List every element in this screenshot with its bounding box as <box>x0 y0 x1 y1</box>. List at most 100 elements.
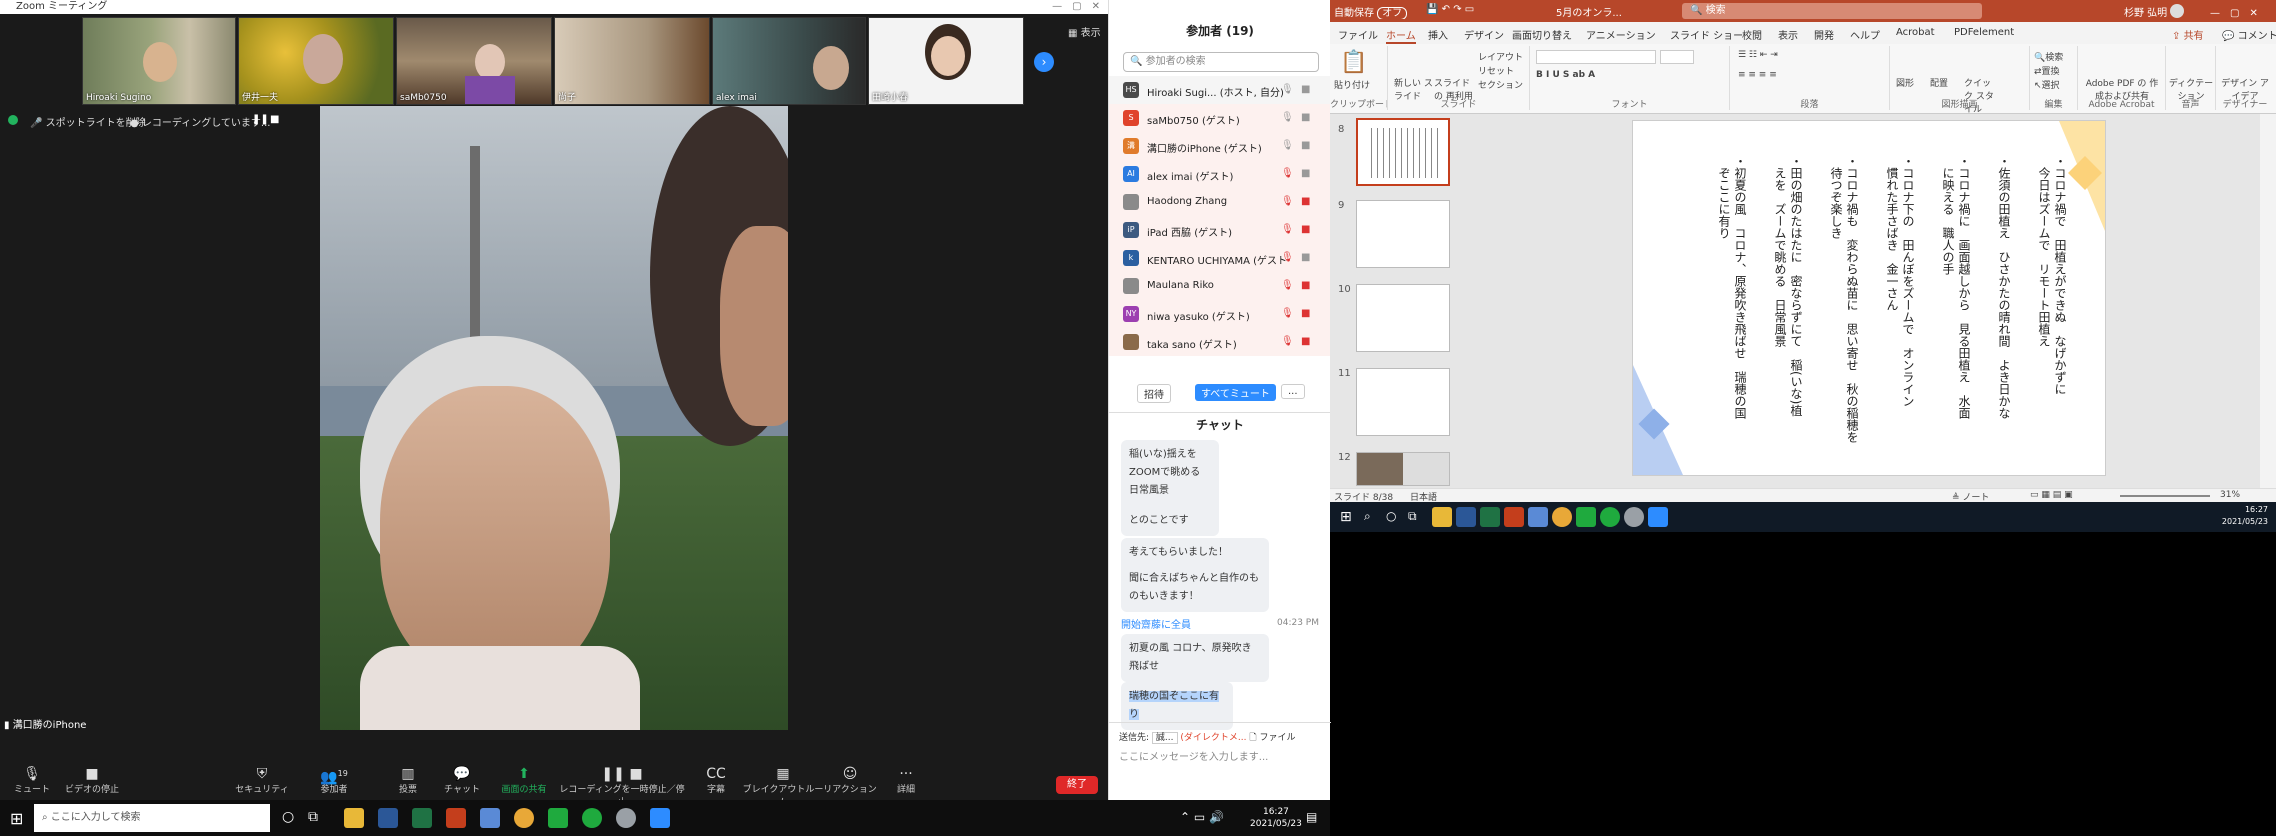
more-button[interactable]: ··· 詳細 <box>876 766 936 795</box>
font-size-select[interactable] <box>1660 50 1694 64</box>
microphone-icon[interactable]: 🎙 <box>1281 112 1294 123</box>
spotlight-remove-button[interactable]: 🎤 スポットライトを削除 <box>30 114 146 129</box>
arrange-button[interactable]: 配置 <box>1930 76 1948 89</box>
notification-icon[interactable]: ▤ <box>1306 810 1317 824</box>
invite-button[interactable]: 招待 <box>1137 384 1171 403</box>
microphone-muted-icon[interactable]: 🎙 <box>1281 196 1294 207</box>
video-off-icon[interactable]: ■ <box>1301 196 1310 207</box>
view-button[interactable]: ▦ 表示 <box>1068 24 1101 39</box>
participant-row[interactable]: 溝溝口勝のiPhone (ゲスト) 🎙 ■ <box>1109 132 1331 160</box>
adobe-pdf-button[interactable]: Adobe PDF の 作成および共有 <box>2082 76 2162 102</box>
tab-acrobat[interactable]: Acrobat <box>1896 27 1935 38</box>
participant-row[interactable]: iP iPad 西脇 (ゲスト) 🎙 ■ <box>1109 216 1331 244</box>
gallery-next-button[interactable]: › <box>1034 52 1054 72</box>
replace-button[interactable]: ⇄置換 <box>2034 64 2060 77</box>
reset-button[interactable]: リセット <box>1478 64 1514 77</box>
microphone-muted-icon[interactable]: 🎙 <box>1281 168 1294 179</box>
zoom-slider[interactable] <box>2120 495 2210 497</box>
tab-pdfelement[interactable]: PDFelement <box>1954 27 2014 38</box>
window-controls[interactable]: — ▢ ✕ <box>2210 4 2258 19</box>
app-icon[interactable] <box>1528 507 1548 527</box>
slide-thumbnail[interactable] <box>1356 368 1450 436</box>
system-tray-icons[interactable]: ⌃ ▭ 🔊 <box>1180 810 1224 824</box>
video-tile[interactable]: Hiroaki Sugino <box>82 17 236 105</box>
chat-input[interactable]: ここにメッセージを入力します... <box>1119 748 1319 763</box>
task-view-icon[interactable]: ⧉ <box>1408 509 1417 524</box>
tab-design[interactable]: デザイン <box>1464 27 1504 42</box>
tab-transitions[interactable]: 画面切り替え <box>1512 27 1572 42</box>
security-button[interactable]: ⛨ セキュリティ <box>232 766 292 795</box>
send-to-select[interactable]: 誠... <box>1151 732 1178 744</box>
slide-thumbnail[interactable] <box>1356 452 1450 486</box>
comments-button[interactable]: 💬 コメント <box>2222 27 2276 42</box>
video-camera-icon[interactable]: ■ <box>1301 112 1310 123</box>
video-off-icon[interactable]: ■ <box>1301 308 1310 319</box>
participants-search-input[interactable]: 🔍 参加者の検索 <box>1123 52 1319 72</box>
share-screen-button[interactable]: ⬆ 画面の共有 <box>494 766 554 795</box>
microphone-icon[interactable]: 🎙 <box>1281 140 1294 151</box>
line-icon[interactable] <box>548 808 568 828</box>
participants-more-button[interactable]: ... <box>1281 384 1305 399</box>
align-buttons[interactable]: ≡ ≡ ≡ ≡ <box>1738 70 1777 80</box>
powerpoint-icon[interactable] <box>1504 507 1524 527</box>
video-camera-icon[interactable]: ■ <box>1301 140 1310 151</box>
quick-access-icons[interactable]: 💾 ↶ ↷ ▭ <box>1426 4 1474 15</box>
avatar[interactable] <box>2170 4 2184 18</box>
app-icon[interactable] <box>480 808 500 828</box>
list-buttons[interactable]: ☰ ☷ ⇤ ⇥ <box>1738 50 1778 60</box>
video-camera-icon[interactable]: ■ <box>1301 252 1310 263</box>
video-tile[interactable]: 田崎小春 <box>868 17 1024 105</box>
microphone-icon[interactable]: 🎙 <box>1281 84 1294 95</box>
mute-all-button[interactable]: すべてミュート <box>1195 384 1276 401</box>
chrome-icon[interactable] <box>1552 507 1572 527</box>
task-view-icon[interactable]: ⧉ <box>308 809 318 825</box>
microphone-muted-icon[interactable]: 🎙 <box>1281 336 1294 347</box>
poll-button[interactable]: ▥ 投票 <box>378 766 438 795</box>
zoom-icon[interactable] <box>1648 507 1668 527</box>
video-camera-icon[interactable]: ■ <box>1301 168 1310 179</box>
word-icon[interactable] <box>1456 507 1476 527</box>
tab-slideshow[interactable]: スライド ショー <box>1670 27 1743 42</box>
view-buttons[interactable]: ▭ ▦ ▤ ▣ <box>2030 490 2073 500</box>
participant-row[interactable]: NY niwa yasuko (ゲスト) 🎙 ■ <box>1109 300 1331 328</box>
select-button[interactable]: ↖選択 <box>2034 78 2060 91</box>
app-icon[interactable] <box>582 808 602 828</box>
tab-animations[interactable]: アニメーション <box>1586 27 1656 42</box>
section-button[interactable]: セクション <box>1478 78 1523 91</box>
shape-button[interactable]: 図形 <box>1896 76 1914 89</box>
reactions-button[interactable]: ☺ リアクション <box>820 766 880 795</box>
slide-thumbnail-active[interactable] <box>1356 118 1450 186</box>
explorer-icon[interactable] <box>344 808 364 828</box>
recording-pause-icon[interactable]: ❚❚ <box>252 114 269 125</box>
slide-thumbnail[interactable] <box>1356 200 1450 268</box>
app-icon[interactable] <box>1624 507 1644 527</box>
video-stop-button[interactable]: ■ ビデオの停止 <box>62 766 122 795</box>
tab-developer[interactable]: 開発 <box>1814 27 1834 42</box>
slide-thumbnail[interactable] <box>1356 284 1450 352</box>
powerpoint-icon[interactable] <box>446 808 466 828</box>
participant-row[interactable]: AI alex imai (ゲスト) 🎙 ■ <box>1109 160 1331 188</box>
video-tile[interactable]: 伊井一夫 <box>238 17 394 105</box>
video-camera-icon[interactable]: ■ <box>1301 84 1310 95</box>
participants-button[interactable]: 👥19 参加者 <box>304 766 364 795</box>
app-icon[interactable] <box>616 808 636 828</box>
mute-button[interactable]: 🎙 ミュート <box>2 766 62 795</box>
clock[interactable]: 16:27 2021/05/23 <box>1250 806 1302 830</box>
recording-stop-icon[interactable]: ■ <box>270 114 279 125</box>
participant-row[interactable]: Haodong Zhang 🎙 ■ <box>1109 188 1331 216</box>
participant-row[interactable]: Maulana Riko 🎙 ■ <box>1109 272 1331 300</box>
participant-row[interactable]: k KENTARO UCHIYAMA (ゲスト) 🎙 ■ <box>1109 244 1331 272</box>
format-buttons[interactable]: B I U S ab A <box>1536 70 1595 80</box>
explorer-icon[interactable] <box>1432 507 1452 527</box>
tab-view[interactable]: 表示 <box>1778 27 1798 42</box>
excel-icon[interactable] <box>1480 507 1500 527</box>
clock[interactable]: 16:27 2021/05/23 <box>2222 504 2268 528</box>
cortana-icon[interactable]: ○ <box>282 809 294 825</box>
tab-file[interactable]: ファイル <box>1338 27 1378 42</box>
ppt-search-input[interactable]: 🔍 検索 <box>1682 3 1982 19</box>
microphone-muted-icon[interactable]: 🎙 <box>1281 308 1294 319</box>
video-tile[interactable]: alex imai <box>712 17 866 105</box>
window-controls[interactable]: — ▢ ✕ <box>1052 0 1100 14</box>
windows-icon[interactable]: ⊞ <box>10 809 23 828</box>
font-family-select[interactable] <box>1536 50 1656 64</box>
